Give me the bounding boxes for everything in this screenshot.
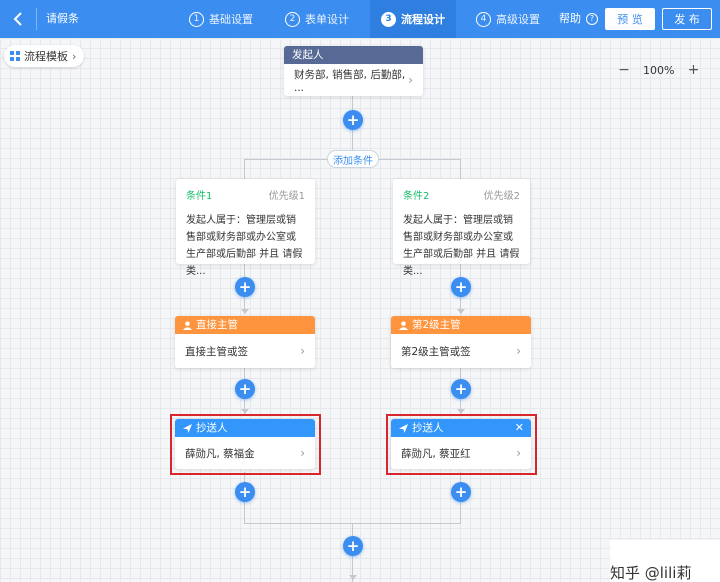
add-node-button[interactable]: + xyxy=(451,277,471,297)
approver-node-2[interactable]: 第2级主管 第2级主管或签 › xyxy=(391,316,531,368)
chevron-right-icon: › xyxy=(300,344,305,358)
initiator-node-header: 发起人 xyxy=(284,46,423,64)
approver-node-body: 第2级主管或签 › xyxy=(391,334,531,368)
add-node-button[interactable]: + xyxy=(235,482,255,502)
user-icon xyxy=(399,320,408,330)
condition-header: 条件1 优先级1 xyxy=(186,187,305,202)
condition-name: 条件2 xyxy=(403,191,430,202)
initiator-title: 发起人 xyxy=(292,49,324,61)
zoom-out-button[interactable]: − xyxy=(617,63,631,77)
watermark-text: 知乎 @lili莉 xyxy=(610,564,692,582)
approver-node-header: 第2级主管 xyxy=(391,316,531,334)
zoom-in-button[interactable]: + xyxy=(686,63,700,77)
condition-name: 条件1 xyxy=(186,191,213,202)
step-number: 3 xyxy=(381,11,396,27)
help-label: 帮助 xyxy=(559,12,581,25)
zoom-level: 100% xyxy=(643,63,675,77)
condition-node-2[interactable]: 条件2 优先级2 发起人属于：管理层或销售部或财务部或办公室或生产部或后勤部 并… xyxy=(393,179,530,277)
approver-content: 第2级主管或签 xyxy=(401,345,471,358)
highlight-box xyxy=(170,414,321,475)
connector-line xyxy=(244,159,245,179)
step-label: 流程设计 xyxy=(401,13,445,26)
help-link[interactable]: 帮助 ? xyxy=(559,0,598,38)
step-label: 高级设置 xyxy=(496,13,540,26)
condition-text: 发起人属于：管理层或销售部或财务部或办公室或生产部或后勤部 并且 请假类... xyxy=(403,215,520,277)
approver-title: 第2级主管 xyxy=(412,319,461,331)
condition-text: 发起人属于：管理层或销售部或财务部或办公室或生产部或后勤部 并且 请假类... xyxy=(186,215,303,277)
preview-button[interactable]: 预 览 xyxy=(605,8,655,30)
step-flow-design[interactable]: 3 流程设计 xyxy=(370,0,456,38)
flow-canvas[interactable]: 流程模板 › − 100% + 发起人 财务部, 销售部, 后勤部, ... ›… xyxy=(0,38,720,582)
initiator-content: 财务部, 销售部, 后勤部, ... xyxy=(294,68,406,94)
grid-icon xyxy=(10,51,20,61)
question-icon: ? xyxy=(586,13,598,25)
back-button[interactable] xyxy=(0,0,36,38)
condition-header: 条件2 优先级2 xyxy=(403,187,520,202)
step-form-design[interactable]: 2 表单设计 xyxy=(285,0,349,38)
publish-button[interactable]: 发 布 xyxy=(662,8,712,30)
condition-priority: 优先级1 xyxy=(268,191,305,202)
zoom-control: − 100% + xyxy=(617,63,700,77)
add-node-button[interactable]: + xyxy=(343,536,363,556)
highlight-box xyxy=(386,414,537,475)
add-node-button[interactable]: + xyxy=(451,482,471,502)
flow-template-label: 流程模板 xyxy=(24,50,68,63)
chevron-right-icon: › xyxy=(516,344,521,358)
header-divider xyxy=(36,8,37,30)
add-node-button[interactable]: + xyxy=(235,277,255,297)
add-node-button[interactable]: + xyxy=(451,379,471,399)
step-number: 4 xyxy=(476,11,491,27)
add-condition-button[interactable]: 添加条件 xyxy=(327,150,379,168)
approver-node-1[interactable]: 直接主管 直接主管或签 › xyxy=(175,316,315,368)
form-title: 请假条 xyxy=(46,12,79,25)
arrow-down-icon xyxy=(349,575,357,580)
user-icon xyxy=(183,320,192,330)
chevron-right-icon: › xyxy=(72,49,77,63)
initiator-node-body: 财务部, 销售部, 后勤部, ... › xyxy=(284,64,423,96)
add-node-button[interactable]: + xyxy=(235,379,255,399)
step-number: 2 xyxy=(285,11,300,27)
step-label: 表单设计 xyxy=(305,13,349,26)
initiator-node[interactable]: 发起人 财务部, 销售部, 后勤部, ... › xyxy=(284,46,423,96)
watermark: 知乎 @lili莉 xyxy=(610,540,720,582)
arrow-down-icon xyxy=(457,309,465,314)
approver-node-header: 直接主管 xyxy=(175,316,315,334)
add-node-button[interactable]: + xyxy=(343,110,363,130)
step-label: 基础设置 xyxy=(209,13,253,26)
connector-line xyxy=(460,159,461,179)
step-advanced-settings[interactable]: 4 高级设置 xyxy=(476,0,540,38)
approver-content: 直接主管或签 xyxy=(185,345,248,358)
step-number: 1 xyxy=(189,11,204,27)
approver-title: 直接主管 xyxy=(196,319,238,331)
chevron-left-icon xyxy=(13,12,22,26)
chevron-right-icon: › xyxy=(408,73,413,87)
condition-node-1[interactable]: 条件1 优先级1 发起人属于：管理层或销售部或财务部或办公室或生产部或后勤部 并… xyxy=(176,179,315,277)
top-bar: 请假条 1 基础设置 2 表单设计 3 流程设计 4 高级设置 帮助 ? 预 览… xyxy=(0,0,720,38)
approver-node-body: 直接主管或签 › xyxy=(175,334,315,368)
arrow-down-icon xyxy=(241,309,249,314)
condition-priority: 优先级2 xyxy=(483,191,520,202)
step-basic-settings[interactable]: 1 基础设置 xyxy=(189,0,253,38)
flow-template-button[interactable]: 流程模板 › xyxy=(4,45,85,67)
